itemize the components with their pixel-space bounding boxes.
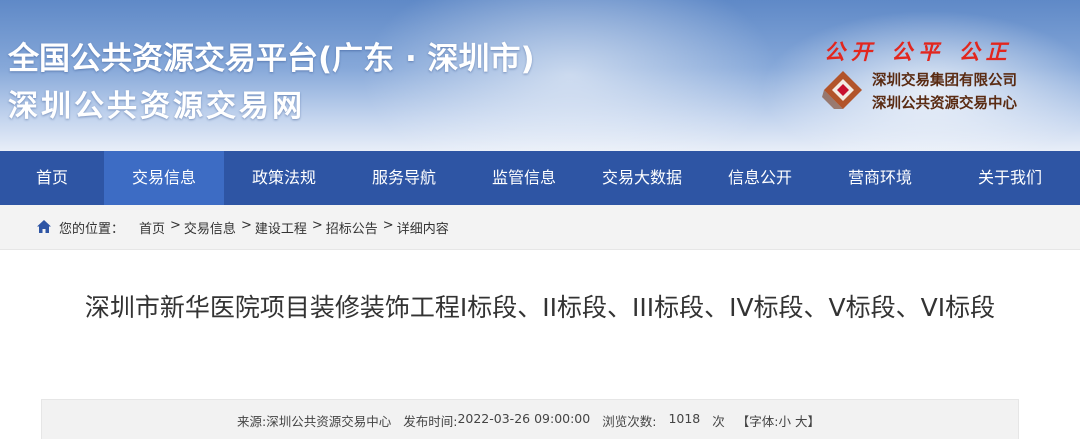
breadcrumb-separator: > bbox=[240, 218, 252, 233]
breadcrumb-path: 首页 > 交易信息 > 建设工程 > 招标公告 > 详细内容 bbox=[139, 218, 449, 237]
font-large-button[interactable]: 大 bbox=[795, 411, 808, 430]
slogan: 公开 公平 公正 bbox=[824, 39, 1013, 64]
breadcrumb: 您的位置： 首页 > 交易信息 > 建设工程 > 招标公告 > 详细内容 bbox=[0, 205, 1080, 250]
nav-item-big-data[interactable]: 交易大数据 bbox=[584, 151, 700, 205]
published-label: 发布时间: bbox=[403, 414, 458, 429]
breadcrumb-detail: 详细内容 bbox=[396, 222, 449, 237]
breadcrumb-trade-info[interactable]: 交易信息 bbox=[184, 218, 236, 237]
published-value: 2022-03-26 09:00:00 bbox=[457, 411, 591, 426]
shenzhen-exchange-group-logo-icon bbox=[822, 71, 862, 109]
org-name-center: 深圳公共资源交易中心 bbox=[872, 96, 1017, 112]
breadcrumb-label: 您的位置： bbox=[59, 222, 125, 237]
source-value: 深圳公共资源交易中心 bbox=[266, 414, 392, 429]
article-meta-bar: 来源: 深圳公共资源交易中心 发布时间: 2022-03-26 09:00:00… bbox=[41, 399, 1019, 439]
breadcrumb-tender-notice[interactable]: 招标公告 bbox=[326, 218, 378, 237]
nav-item-service-guide[interactable]: 服务导航 bbox=[344, 151, 464, 205]
font-small-button[interactable]: 小 bbox=[778, 411, 791, 430]
site-title-network: 深圳公共资源交易网 bbox=[8, 89, 305, 124]
breadcrumb-home[interactable]: 首页 bbox=[139, 218, 165, 237]
views-count: 1018 bbox=[668, 411, 701, 426]
nav-item-business-env[interactable]: 营商环境 bbox=[820, 151, 940, 205]
nav-item-trade-info[interactable]: 交易信息 bbox=[104, 151, 224, 205]
org-name-group: 深圳交易集团有限公司 bbox=[872, 73, 1017, 89]
nav-item-about[interactable]: 关于我们 bbox=[940, 151, 1080, 205]
main-nav: 首页 交易信息 政策法规 服务导航 监管信息 交易大数据 信息公开 营商环境 关… bbox=[0, 151, 1080, 205]
breadcrumb-separator: > bbox=[382, 218, 394, 233]
nav-item-disclosure[interactable]: 信息公开 bbox=[700, 151, 820, 205]
breadcrumb-separator: > bbox=[170, 218, 181, 233]
article-title: 深圳市新华医院项目装修装饰工程I标段、II标段、III标段、IV标段、V标段、V… bbox=[84, 293, 996, 322]
nav-item-policy[interactable]: 政策法规 bbox=[224, 151, 344, 205]
nav-item-home[interactable]: 首页 bbox=[0, 151, 104, 205]
views-label: 浏览次数: bbox=[602, 414, 657, 429]
home-icon bbox=[37, 220, 51, 233]
article-meta: 来源: 深圳公共资源交易中心 发布时间: 2022-03-26 09:00:00… bbox=[237, 411, 820, 430]
breadcrumb-separator: > bbox=[311, 218, 323, 233]
breadcrumb-construction[interactable]: 建设工程 bbox=[255, 218, 307, 237]
source-label: 来源: bbox=[237, 414, 267, 429]
font-size-label: 【字体: bbox=[736, 414, 779, 429]
site-header: 全国公共资源交易平台(广东 · 深圳市) 深圳公共资源交易网 公开 公平 公正 … bbox=[0, 0, 1080, 151]
nav-item-supervision[interactable]: 监管信息 bbox=[464, 151, 584, 205]
font-size-close: 】 bbox=[807, 414, 821, 429]
site-title-platform: 全国公共资源交易平台(广东 · 深圳市) bbox=[8, 41, 535, 77]
views-unit: 次 bbox=[712, 414, 725, 429]
